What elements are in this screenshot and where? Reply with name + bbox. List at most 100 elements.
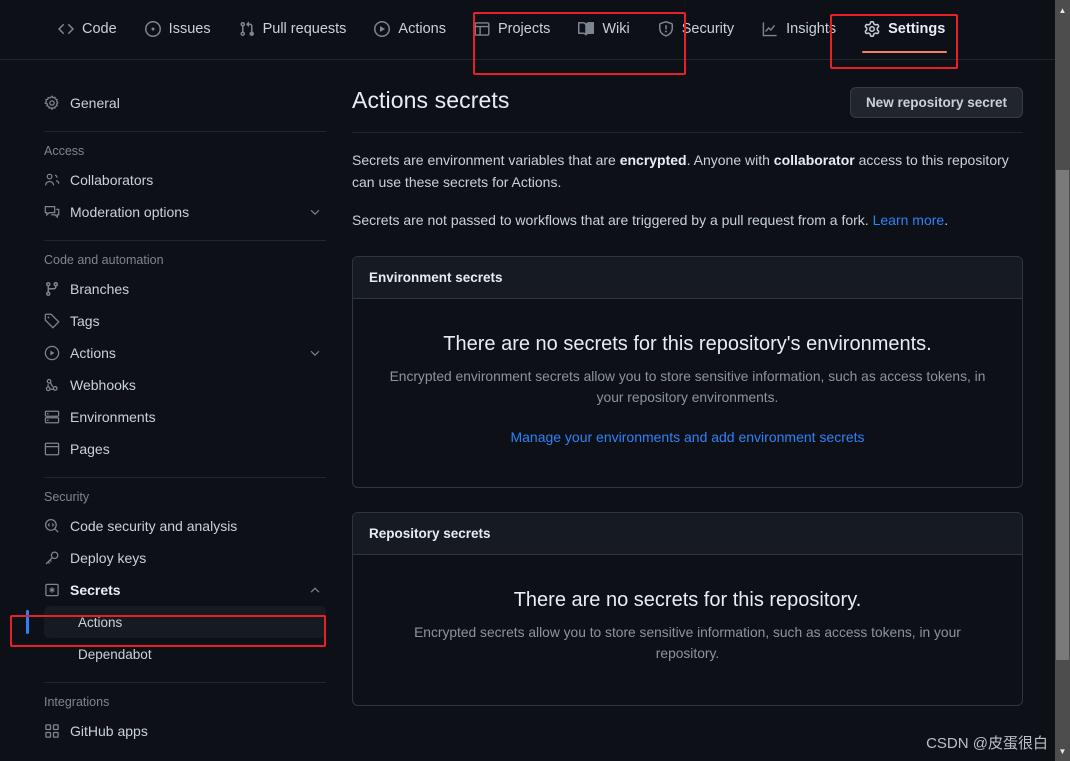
- nav-item-label: Security: [681, 21, 735, 37]
- nav-item-label: Insights: [786, 21, 837, 37]
- blankslate-description: Encrypted secrets allow you to store sen…: [414, 624, 961, 662]
- code-icon: [58, 21, 74, 37]
- nav-item-actions[interactable]: Actions: [360, 5, 460, 53]
- webhook-icon: [44, 377, 60, 393]
- intro-text-c: . Anyone with: [686, 152, 774, 168]
- tag-icon: [44, 313, 60, 329]
- sidebar-section-title-code-automation: Code and automation: [44, 253, 164, 267]
- git-pull-request-icon: [239, 21, 255, 37]
- graph-icon: [762, 21, 778, 37]
- nav-item-label: Pull requests: [262, 21, 347, 37]
- sidebar-item-general[interactable]: General: [44, 87, 326, 119]
- comment-discussion-icon: [44, 204, 60, 220]
- blankslate-heading: There are no secrets for this repository…: [513, 588, 862, 611]
- sidebar-item-actions[interactable]: Actions: [44, 337, 326, 369]
- chevron-up-icon[interactable]: [308, 583, 326, 597]
- panel-body-environment-secrets: There are no secrets for this repository…: [353, 299, 1022, 487]
- key-icon: [44, 550, 60, 566]
- github-settings-page: Code Issues Pull requests Actions Projec…: [0, 0, 1070, 761]
- play-icon: [374, 21, 391, 37]
- repo-nav: Code Issues Pull requests Actions Projec…: [0, 0, 1055, 60]
- intro-text-a: Secrets are environment variables that a…: [352, 152, 620, 168]
- settings-sidebar: General Access Collaborators Moderation …: [0, 61, 348, 761]
- sidebar-item-label: General: [70, 95, 120, 111]
- manage-environments-link[interactable]: Manage your environments and add environ…: [510, 429, 864, 445]
- nav-item-projects[interactable]: Projects: [460, 5, 564, 53]
- sidebar-subitem-secrets-actions[interactable]: Actions: [26, 606, 326, 638]
- nav-item-label: Issues: [168, 21, 211, 37]
- sidebar-item-label: Branches: [70, 281, 130, 297]
- sidebar-item-collaborators[interactable]: Collaborators: [44, 164, 326, 196]
- shield-icon: [658, 21, 674, 37]
- nav-item-label: Projects: [497, 21, 551, 37]
- sidebar-item-label: Tags: [70, 313, 100, 329]
- git-branch-icon: [44, 281, 60, 297]
- blankslate-description: Encrypted environment secrets allow you …: [389, 369, 986, 406]
- new-repository-secret-button[interactable]: New repository secret: [849, 87, 1023, 118]
- sidebar-item-code-security-and-analysis[interactable]: Code security and analysis: [44, 510, 326, 542]
- sidebar-item-label: Deploy keys: [70, 550, 147, 566]
- sidebar-item-secrets[interactable]: Secrets: [44, 574, 326, 606]
- sidebar-item-tags[interactable]: Tags: [44, 305, 326, 337]
- gear-icon: [44, 95, 60, 111]
- repository-secrets-panel: Repository secrets There are no secrets …: [352, 511, 1023, 706]
- secret-icon: [44, 582, 60, 598]
- sidebar-subitem-secrets-dependabot[interactable]: Dependabot: [44, 638, 326, 670]
- scroll-up-arrow-icon[interactable]: ▲: [1055, 2, 1070, 18]
- sidebar-subitem-label: Dependabot: [78, 646, 152, 662]
- table-icon: [474, 21, 490, 37]
- chevron-down-icon[interactable]: [308, 205, 326, 219]
- blankslate-heading: There are no secrets for this repository…: [443, 333, 932, 356]
- sidebar-item-github-apps[interactable]: GitHub apps: [44, 715, 326, 747]
- sidebar-item-label: Webhooks: [70, 377, 136, 393]
- page-title: Actions secrets: [352, 87, 510, 113]
- sidebar-item-webhooks[interactable]: Webhooks: [44, 369, 326, 401]
- environment-secrets-panel: Environment secrets There are no secrets…: [352, 256, 1023, 488]
- learn-more-link[interactable]: Learn more: [873, 212, 945, 228]
- sidebar-divider: [44, 240, 326, 241]
- sidebar-item-moderation-options[interactable]: Moderation options: [44, 196, 326, 228]
- sidebar-section-title-integrations: Integrations: [44, 695, 110, 709]
- sidebar-item-label: Code security and analysis: [70, 518, 238, 534]
- title-divider: [352, 132, 1023, 133]
- sidebar-section-title-access: Access: [44, 144, 85, 158]
- apps-icon: [44, 723, 60, 739]
- nav-item-label: Settings: [888, 21, 946, 37]
- sidebar-section-title-security: Security: [44, 490, 90, 504]
- issue-opened-icon: [144, 21, 161, 37]
- panel-header-environment-secrets: Environment secrets: [353, 257, 1022, 300]
- sidebar-item-deploy-keys[interactable]: Deploy keys: [44, 542, 326, 574]
- intro-paragraph-1: Secrets are environment variables that a…: [352, 150, 1012, 193]
- chevron-down-icon[interactable]: [308, 346, 326, 360]
- play-icon: [44, 345, 60, 361]
- sidebar-item-pages[interactable]: Pages: [44, 433, 326, 465]
- sidebar-item-branches[interactable]: Branches: [44, 273, 326, 305]
- nav-item-insights[interactable]: Insights: [748, 5, 850, 53]
- sidebar-item-environments[interactable]: Environments: [44, 401, 326, 433]
- intro-text-encrypted: encrypted: [619, 152, 687, 168]
- intro2-text: Secrets are not passed to workflows that…: [352, 212, 873, 229]
- sidebar-item-label: Actions: [70, 345, 116, 361]
- nav-item-wiki[interactable]: Wiki: [564, 5, 643, 53]
- active-indicator-bar: [26, 610, 29, 634]
- nav-item-settings[interactable]: Settings: [850, 5, 959, 53]
- nav-item-code[interactable]: Code: [44, 5, 131, 53]
- sidebar-item-label: Moderation options: [70, 204, 190, 220]
- sidebar-divider: [44, 682, 326, 683]
- sidebar-item-label: Environments: [70, 409, 156, 425]
- sidebar-item-label: Collaborators: [70, 172, 154, 188]
- nav-item-issues[interactable]: Issues: [131, 5, 225, 53]
- scrollbar-thumb[interactable]: [1056, 170, 1069, 660]
- nav-item-security[interactable]: Security: [644, 5, 748, 53]
- watermark: CSDN @皮蛋很白: [926, 735, 1048, 752]
- people-icon: [44, 172, 60, 188]
- sidebar-item-label: GitHub apps: [70, 723, 148, 739]
- vertical-scrollbar[interactable]: ▲ ▼: [1055, 0, 1070, 761]
- sidebar-item-label: Secrets: [70, 582, 121, 598]
- sidebar-subitem-label: Actions: [78, 614, 123, 630]
- panel-header-repository-secrets: Repository secrets: [353, 512, 1022, 555]
- active-tab-underline: [862, 51, 948, 53]
- server-icon: [44, 409, 60, 425]
- nav-item-pull-requests[interactable]: Pull requests: [225, 5, 361, 53]
- scroll-down-arrow-icon[interactable]: ▼: [1055, 743, 1070, 759]
